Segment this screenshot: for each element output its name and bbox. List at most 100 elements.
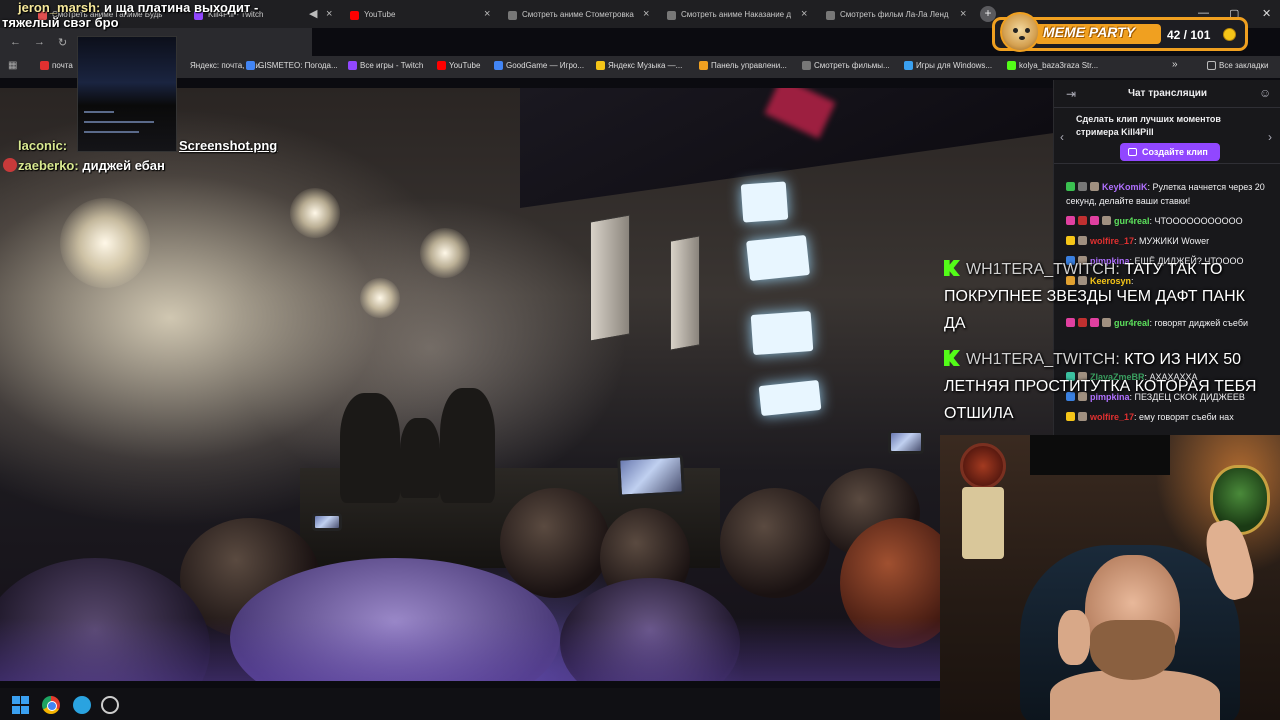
bookmark-item[interactable]: Смотреть фильмы...	[802, 61, 890, 70]
bookmark-item[interactable]: Игры для Windows...	[904, 61, 992, 70]
bookmark-favicon-icon	[437, 61, 446, 70]
overlay-big-message: WH1TERA_TWITCH: ТАТУ ТАК ТО ПОКРУПНЕЕ ЗВ…	[944, 256, 1264, 337]
overlay-big-username: WH1TERA_TWITCH:	[966, 261, 1120, 278]
tab-anime-3[interactable]: Смотреть аниме Наказание д	[665, 4, 795, 26]
chat-username[interactable]: gur4real	[1114, 216, 1150, 226]
bookmark-item[interactable]: GISMETEO: Погода...	[246, 61, 338, 70]
chat-username[interactable]: KeyKomiK	[1102, 182, 1148, 192]
bookmark-label: Смотреть фильмы...	[814, 61, 890, 70]
overlay-message: и ща платина выходит -	[104, 0, 259, 15]
chat-title: Чат трансляции	[1127, 88, 1208, 99]
bookmark-item[interactable]: kolya_baza3raza Str...	[1007, 61, 1098, 70]
bookmark-label: Все закладки	[1219, 61, 1269, 70]
more-bookmarks-icon[interactable]: »	[1172, 59, 1178, 70]
chat-username[interactable]: wolfire_17	[1090, 236, 1134, 246]
tab-preview-thumbnail	[77, 36, 177, 152]
stage-light	[290, 188, 340, 238]
overlay-username: laconic:	[18, 138, 68, 153]
bookmark-item[interactable]: Панель управлени...	[699, 61, 787, 70]
bookmark-label: YouTube	[449, 61, 481, 70]
doge-icon	[1000, 12, 1040, 52]
streamer-webcam	[940, 435, 1280, 720]
back-icon[interactable]: ←	[10, 36, 21, 48]
bookmark-label: Игры для Windows...	[916, 61, 993, 70]
taskbar	[0, 688, 940, 720]
bookmark-label: Панель управлени...	[711, 61, 787, 70]
tab-youtube[interactable]: YouTube	[348, 4, 478, 26]
speaker-stack	[670, 235, 700, 351]
bookmark-item[interactable]: почта	[40, 61, 73, 70]
crowd-phone	[616, 454, 686, 498]
overlay-username: jeron_marsh:	[18, 0, 101, 15]
kick-icon	[944, 350, 960, 366]
bookmark-label: Все игры - Twitch	[360, 61, 424, 70]
coin-icon	[1223, 28, 1236, 41]
chat-message: KeyKomiK: Рулетка начнется через 20 секу…	[1066, 180, 1278, 208]
meme-party-count: 42 / 101	[1167, 28, 1211, 42]
bookmark-item[interactable]: Яндекс Музыка —...	[596, 61, 682, 70]
performer	[440, 388, 495, 503]
tab-label: YouTube	[364, 10, 396, 19]
pirate-flag	[1030, 435, 1170, 475]
bookmark-label: GISMETEO: Погода...	[258, 61, 338, 70]
tab-label: Смотреть аниме Стометровка	[522, 10, 634, 19]
chat-message: gur4real: ЧТООООООООООО	[1066, 214, 1278, 228]
concert-video[interactable]	[0, 88, 1053, 681]
overlay-chat-line: laconic:	[18, 138, 67, 153]
crowd-head	[720, 488, 830, 598]
close-tab-icon[interactable]: ×	[643, 8, 649, 20]
close-window-icon[interactable]: ✕	[1262, 7, 1271, 20]
apps-grid-icon[interactable]: ▦	[8, 60, 17, 71]
audio-icon[interactable]: ◀	[309, 7, 317, 20]
windows-start-icon[interactable]	[12, 696, 30, 714]
led-screen-block	[750, 310, 814, 356]
prev-arrow-icon[interactable]: ‹	[1060, 130, 1064, 144]
close-tab-icon[interactable]: ×	[960, 8, 966, 20]
close-tab-icon[interactable]: ×	[484, 8, 490, 20]
badge-icon	[1078, 236, 1087, 245]
crowd-phone	[312, 513, 342, 531]
bookmark-label: почта	[52, 61, 73, 70]
close-tab-icon[interactable]: ×	[326, 8, 332, 20]
bookmark-favicon-icon	[246, 61, 255, 70]
performer	[340, 393, 400, 503]
overlay-chat-line: Screenshot.png	[179, 138, 277, 153]
bookmark-item[interactable]: YouTube	[437, 61, 480, 70]
badge-icon	[1066, 182, 1075, 191]
scroll-decoration	[962, 487, 1004, 559]
bookmark-item[interactable]: GoodGame — Игро...	[494, 61, 584, 70]
chat-text: : ЧТООООООООООО	[1149, 216, 1243, 226]
next-arrow-icon[interactable]: ›	[1268, 130, 1272, 144]
badge-icon	[1066, 236, 1075, 245]
tab-film[interactable]: Смотреть фильм Ла-Ла Ленд	[824, 4, 954, 26]
meme-party-title: MEME PARTY	[1043, 24, 1136, 40]
users-icon[interactable]: ☺	[1259, 86, 1271, 100]
tab-label: Смотреть аниме Наказание д	[681, 10, 792, 19]
crowd-floor-light	[0, 618, 1053, 681]
bookmark-favicon-icon	[348, 61, 357, 70]
badge-icon	[1090, 216, 1099, 225]
preview-line	[84, 121, 154, 123]
telegram-icon[interactable]	[73, 696, 91, 714]
all-bookmarks-button[interactable]: Все закладки	[1207, 61, 1268, 70]
close-tab-icon[interactable]: ×	[801, 8, 807, 20]
steam-icon[interactable]	[101, 696, 119, 714]
folder-icon	[1207, 61, 1216, 70]
overlay-chat-line: zaeberko: диджей ебан	[18, 158, 165, 173]
chrome-icon[interactable]	[42, 696, 60, 714]
tab-anime-2[interactable]: Смотреть аниме Стометровка	[506, 4, 638, 26]
tab-favicon-icon	[508, 11, 517, 20]
bookmark-favicon-icon	[596, 61, 605, 70]
reload-icon[interactable]: ↻	[58, 36, 67, 49]
bookmark-label: GoodGame — Игро...	[506, 61, 585, 70]
chat-text: : МУЖИКИ Wower	[1134, 236, 1210, 246]
bookmark-item[interactable]: Все игры - Twitch	[348, 61, 423, 70]
stage-light	[360, 278, 400, 318]
forward-icon[interactable]: →	[34, 36, 45, 48]
doge-eye	[1013, 28, 1018, 33]
create-clip-button[interactable]: Создайте клип	[1120, 143, 1220, 161]
badge-icon	[1078, 216, 1087, 225]
overlay-username: zaeberko:	[18, 158, 79, 173]
overlay-chat-line: тяжелый свэг бро	[2, 15, 119, 30]
bookmark-favicon-icon	[802, 61, 811, 70]
